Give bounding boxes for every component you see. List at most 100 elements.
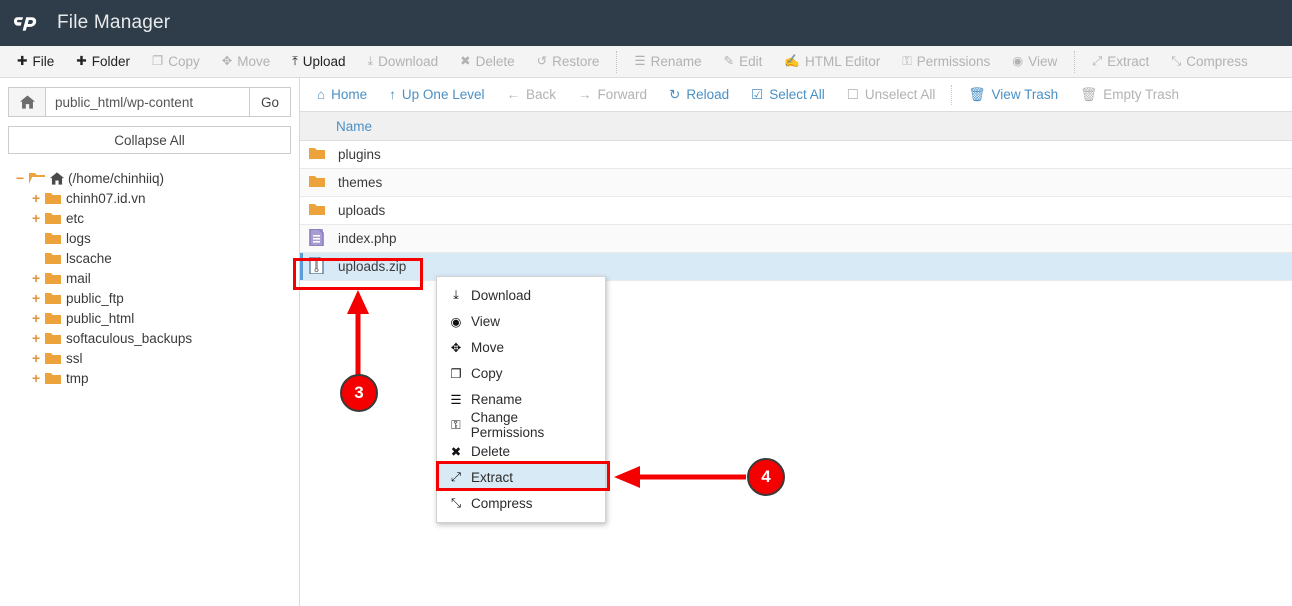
expand-icon[interactable]: + [32, 351, 45, 365]
context-menu-item-view[interactable]: ◉ View [437, 308, 605, 334]
file-toolbar-button-home[interactable]: ⌂ Home [306, 80, 378, 110]
toolbar-button-label: File [32, 54, 55, 69]
tree-node-mail[interactable]: + mail [8, 268, 291, 288]
expand-icon[interactable]: + [32, 291, 45, 305]
context-menu-item-label: View [471, 313, 501, 329]
file-toolbar-button-label: Up One Level [401, 87, 485, 102]
expand-icon[interactable]: + [32, 371, 45, 385]
tree-node-label: public_html [66, 310, 135, 326]
context-menu-item-change-permissions[interactable]: ⚿ Change Permissions [437, 410, 605, 440]
trash-icon: 🗑 [968, 86, 986, 102]
go-button[interactable]: Go [249, 87, 291, 117]
file-table: Name plugins themes uploads index.php upload… [300, 111, 1292, 281]
toolbar-button-file[interactable]: ✚ File [6, 47, 65, 77]
context-menu-item-label: Rename [471, 391, 523, 407]
tree-node-public-html[interactable]: + public_html [8, 308, 291, 328]
context-menu-item-delete[interactable]: ✖ Delete [437, 438, 605, 464]
tree-node-label: logs [66, 230, 91, 246]
table-row[interactable]: uploads [300, 197, 1292, 225]
toolbar-button-label: Upload [302, 54, 346, 69]
file-toolbar-button-label: Home [331, 87, 368, 102]
tree-node-ssl[interactable]: + ssl [8, 348, 291, 368]
forward-arrow-icon: → [578, 87, 592, 102]
toolbar-separator [616, 50, 618, 73]
table-row[interactable]: index.php [300, 224, 1292, 253]
toolbar-button-label: Delete [475, 54, 515, 69]
column-header-name[interactable]: Name [300, 111, 1292, 141]
x-mark-icon: ✖ [450, 444, 462, 459]
toolbar-button-copy: ❐ Copy [141, 47, 211, 77]
tree-node-etc[interactable]: + etc [8, 208, 291, 228]
home-icon [50, 171, 64, 185]
file-toolbar-button-reload[interactable]: ↻ Reload [658, 80, 740, 110]
toolbar-button-label: Folder [91, 54, 130, 69]
folder-icon [45, 212, 61, 225]
php-file-icon [300, 225, 336, 253]
trash-icon: 🗑 [1080, 86, 1098, 102]
tree-node-lscache[interactable]: lscache [8, 248, 291, 268]
path-bar: Go [8, 87, 291, 117]
toolbar-button-download: ⤓ Download [357, 47, 450, 77]
file-toolbar-button-forward: → Forward [567, 80, 658, 110]
file-icon: ☰ [634, 54, 646, 69]
file-name: plugins [338, 147, 381, 162]
tree-node-tmp[interactable]: + tmp [8, 368, 291, 388]
home-icon: ⌂ [317, 87, 326, 102]
folder-icon [45, 332, 61, 345]
file-name: uploads [338, 203, 386, 218]
toolbar-button-label: Download [378, 54, 439, 69]
folder-icon [300, 197, 336, 225]
context-menu-item-extract[interactable]: ⤢ Extract [437, 464, 605, 490]
file-toolbar-button-view-trash[interactable]: 🗑 View Trash [957, 80, 1069, 110]
expand-icon[interactable]: + [32, 311, 45, 325]
tree-node-softaculous-backups[interactable]: + softaculous_backups [8, 328, 291, 348]
tree-node-home-chinhiiq[interactable]: − (/home/chinhiiq) [8, 168, 291, 188]
path-input[interactable] [46, 87, 249, 117]
context-menu-item-download[interactable]: ⤓ Download [437, 282, 605, 308]
file-toolbar-button-back: ← Back [495, 80, 567, 110]
html-editor-icon: ✍ [784, 54, 800, 69]
file-name: themes [338, 175, 383, 190]
file-name: index.php [338, 231, 397, 246]
toolbar-button-edit: ✎ Edit [713, 47, 774, 77]
toolbar-button-compress: ⤡ Compress [1160, 47, 1259, 77]
context-menu-item-label: Copy [471, 365, 503, 381]
page-title: File Manager [57, 12, 171, 33]
toolbar-button-label: Edit [739, 54, 763, 69]
context-menu-item-copy[interactable]: ❐ Copy [437, 360, 605, 386]
directory-tree: − (/home/chinhiiq) + chinh07.id.vn + etc logs… [8, 168, 291, 388]
home-icon[interactable] [8, 87, 46, 117]
expand-icon[interactable]: + [32, 191, 45, 205]
checkbox-empty-icon: ☐ [846, 86, 859, 102]
toolbar-button-extract: ⤢ Extract [1081, 47, 1160, 77]
context-menu-item-compress[interactable]: ⤡ Compress [437, 490, 605, 516]
context-menu-item-move[interactable]: ✥ Move [437, 334, 605, 360]
file-toolbar-button-select-all[interactable]: ☑ Select All [740, 80, 836, 110]
toolbar-button-label: HTML Editor [804, 54, 881, 69]
tree-node-chinh07-id-vn[interactable]: + chinh07.id.vn [8, 188, 291, 208]
collapse-all-button[interactable]: Collapse All [8, 126, 291, 154]
expand-icon[interactable]: + [32, 331, 45, 345]
checkbox-checked-icon: ☑ [751, 86, 764, 102]
undo-icon: ↺ [536, 54, 548, 69]
eye-icon: ◉ [450, 314, 462, 329]
table-row[interactable]: plugins [300, 141, 1292, 169]
tree-node-public-ftp[interactable]: + public_ftp [8, 288, 291, 308]
toolbar-button-label: Move [237, 54, 271, 69]
expand-icon[interactable]: + [32, 211, 45, 225]
key-icon: ⚿ [902, 54, 912, 69]
tree-node-logs[interactable]: logs [8, 228, 291, 248]
toolbar-button-upload[interactable]: ⤒ Upload [281, 47, 356, 77]
annotation-badge-3: 3 [340, 374, 378, 412]
collapse-icon[interactable]: − [16, 171, 29, 185]
table-header-row: Name [300, 111, 1292, 141]
expand-icon[interactable]: + [32, 271, 45, 285]
tree-node-label: tmp [66, 370, 89, 386]
toolbar-button-folder[interactable]: ✚ Folder [65, 47, 141, 77]
table-row[interactable]: themes [300, 168, 1292, 197]
file-toolbar-button-up-one-level[interactable]: ↑ Up One Level [378, 80, 495, 110]
back-arrow-icon: ← [506, 87, 520, 102]
context-menu-item-rename[interactable]: ☰ Rename [437, 386, 605, 412]
extract-icon: ⤢ [450, 469, 461, 484]
